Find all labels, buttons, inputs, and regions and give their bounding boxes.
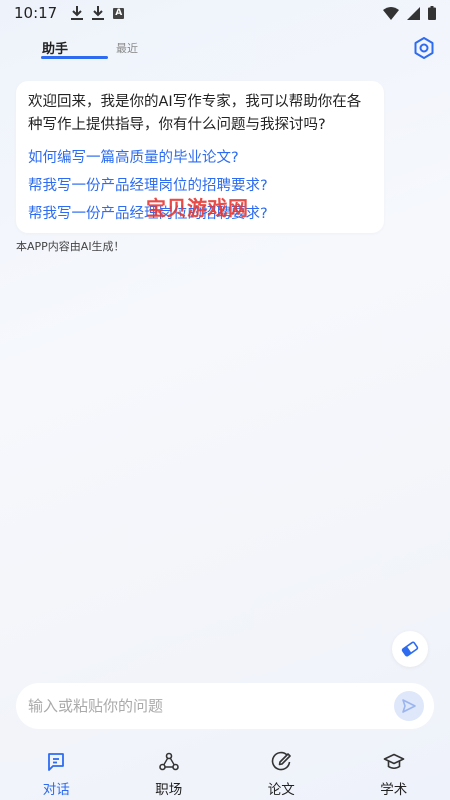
suggestion-link[interactable]: 如何编写一篇高质量的毕业论文? bbox=[28, 147, 372, 169]
suggestion-link[interactable]: 帮我写一份产品经理岗位的招聘要求? bbox=[28, 203, 372, 225]
chat-icon bbox=[48, 753, 65, 771]
network-icon bbox=[158, 752, 179, 771]
nav-item-paper[interactable]: 论文 bbox=[225, 745, 338, 800]
status-bar: 10:17 A bbox=[0, 0, 450, 26]
nav-item-chat[interactable]: 对话 bbox=[0, 745, 113, 800]
nav-label: 对话 bbox=[42, 782, 70, 798]
assistant-message-card: 欢迎回来，我是你的AI写作专家，我可以帮助你在各种写作上提供指导，你有什么问题与… bbox=[16, 81, 384, 233]
nav-label: 学术 bbox=[380, 782, 408, 798]
nav-label: 职场 bbox=[155, 782, 183, 798]
eraser-icon bbox=[401, 641, 419, 657]
nav-label: 论文 bbox=[267, 782, 295, 798]
tab-assistant[interactable]: 助手 bbox=[42, 38, 68, 57]
status-time: 10:17 bbox=[14, 4, 58, 22]
a-badge-icon: A bbox=[113, 7, 125, 19]
tab-recent[interactable]: 最近 bbox=[116, 40, 138, 56]
send-icon bbox=[402, 699, 416, 713]
signal-icon bbox=[407, 6, 420, 20]
tab-active-indicator bbox=[41, 56, 108, 59]
top-tabs: 助手 最近 bbox=[0, 34, 450, 66]
battery-icon bbox=[428, 6, 436, 20]
nav-item-workplace[interactable]: 职场 bbox=[113, 745, 226, 800]
question-input[interactable] bbox=[28, 697, 394, 715]
suggestion-link[interactable]: 帮我写一份产品经理岗位的招聘要求? bbox=[28, 175, 372, 197]
pen-icon bbox=[272, 751, 292, 771]
graduation-cap-icon bbox=[383, 753, 405, 770]
ai-disclaimer: 本APP内容由AI生成！ bbox=[16, 240, 125, 253]
bottom-nav: 对话 职场 论文 学术 bbox=[0, 745, 450, 800]
question-input-bar bbox=[16, 683, 434, 729]
settings-icon[interactable] bbox=[412, 36, 436, 60]
send-button[interactable] bbox=[394, 691, 424, 721]
download-icon bbox=[92, 6, 105, 20]
clear-chat-button[interactable] bbox=[392, 631, 428, 667]
wifi-icon bbox=[383, 6, 399, 20]
nav-item-academic[interactable]: 学术 bbox=[338, 745, 450, 800]
download-icon bbox=[71, 6, 84, 20]
welcome-message: 欢迎回来，我是你的AI写作专家，我可以帮助你在各种写作上提供指导，你有什么问题与… bbox=[28, 94, 362, 133]
